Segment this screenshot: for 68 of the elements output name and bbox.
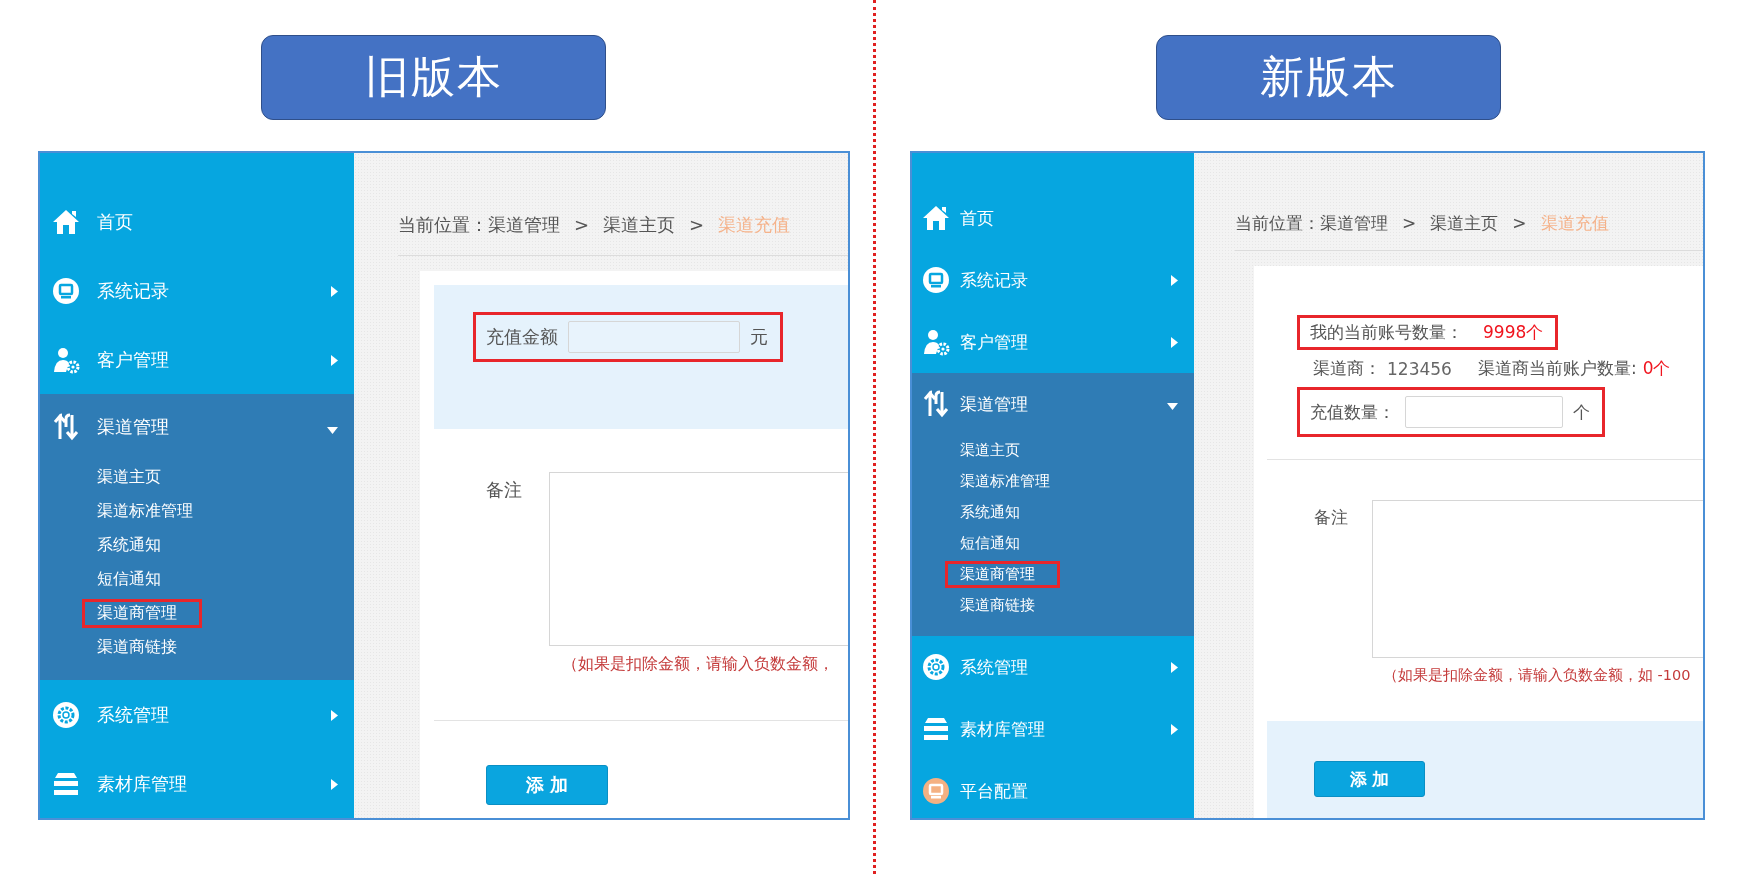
user-gear-icon xyxy=(52,345,80,374)
submenu-item[interactable]: 渠道主页 xyxy=(82,462,186,492)
version-title: 新版本 xyxy=(1156,35,1501,120)
version-title: 旧版本 xyxy=(261,35,606,120)
submenu-item[interactable]: 系统通知 xyxy=(82,530,186,560)
breadcrumb-separator: > xyxy=(574,213,590,237)
field-label: 备注 xyxy=(1314,506,1349,529)
monitor-icon xyxy=(922,777,950,805)
breadcrumb-separator: > xyxy=(689,213,705,237)
breadcrumb-item[interactable]: 渠道主页 xyxy=(1430,211,1499,235)
stat-label: 我的当前账号数量： xyxy=(1310,321,1463,344)
unit-label: 个 xyxy=(1573,400,1590,424)
home-icon xyxy=(922,204,950,232)
hint-text: （如果是扣除金额，请输入负数金额， xyxy=(562,654,835,675)
home-icon xyxy=(52,207,80,236)
submenu-item[interactable]: 短信通知 xyxy=(82,564,186,594)
menu-item[interactable]: 渠道管理 xyxy=(40,394,354,460)
breadcrumb-item[interactable]: 当前位置：渠道管理 xyxy=(398,213,560,237)
stat-value: 0个 xyxy=(1642,357,1671,380)
add-button[interactable]: 添 加 xyxy=(1314,761,1425,797)
monitor-icon xyxy=(52,276,80,305)
menu-item[interactable]: 客户管理 xyxy=(40,325,354,394)
user-gear-icon xyxy=(922,328,950,356)
submenu-item[interactable]: 渠道标准管理 xyxy=(82,496,218,526)
menu-item[interactable]: 系统记录 xyxy=(40,256,354,325)
menu-item[interactable]: 素材库管理 xyxy=(912,698,1194,760)
submenu-item[interactable]: 渠道标准管理 xyxy=(945,468,1075,495)
submenu-item[interactable]: 短信通知 xyxy=(945,530,1045,557)
stat-label: 渠道商当前账户数量: xyxy=(1477,357,1637,380)
menu-item[interactable]: 素材库管理 xyxy=(40,749,354,818)
layers-icon xyxy=(52,770,80,797)
add-button[interactable]: 添 加 xyxy=(486,765,608,805)
breadcrumb-separator: > xyxy=(1402,212,1417,235)
stat-value: 9998个 xyxy=(1483,321,1544,344)
field-label: 备注 xyxy=(486,478,523,502)
field-label: 充值金额 xyxy=(486,325,558,349)
submenu-item[interactable]: 渠道主页 xyxy=(945,437,1045,464)
stat-label: 渠道商： xyxy=(1313,357,1381,380)
remark-field[interactable] xyxy=(1372,500,1703,658)
submenu-item[interactable]: 渠道商管理 xyxy=(945,561,1060,588)
stat-value: 123456 xyxy=(1387,358,1452,379)
breadcrumb-item[interactable]: 渠道主页 xyxy=(603,213,676,237)
menu-item[interactable]: 客户管理 xyxy=(912,311,1194,373)
menu-item[interactable]: 首页 xyxy=(912,187,1194,249)
up-down-arrows-icon xyxy=(52,413,80,441)
input-field[interactable] xyxy=(568,321,740,353)
field-label: 充值数量： xyxy=(1310,400,1395,424)
menu-item[interactable]: 系统记录 xyxy=(912,249,1194,311)
breadcrumb-item[interactable]: 当前位置：渠道管理 xyxy=(1235,211,1388,235)
submenu-item[interactable]: 渠道商管理 xyxy=(82,598,202,628)
menu-item[interactable]: 首页 xyxy=(40,187,354,256)
unit-label: 元 xyxy=(750,325,768,349)
settings-icon xyxy=(922,653,950,681)
breadcrumb-separator: > xyxy=(1512,212,1527,235)
up-down-arrows-icon xyxy=(922,390,950,418)
submenu-item[interactable]: 渠道商链接 xyxy=(945,592,1060,619)
input-field[interactable] xyxy=(1405,396,1563,428)
menu-item[interactable]: 系统管理 xyxy=(912,636,1194,698)
layers-icon xyxy=(922,716,950,742)
submenu-item[interactable]: 渠道商链接 xyxy=(82,632,202,662)
menu-item[interactable]: 系统管理 xyxy=(40,680,354,749)
menu-item[interactable]: 平台配置 xyxy=(912,760,1194,818)
settings-icon xyxy=(52,700,80,729)
menu-item[interactable]: 渠道管理 xyxy=(912,373,1194,435)
submenu-item[interactable]: 系统通知 xyxy=(945,499,1045,526)
monitor-icon xyxy=(922,266,950,294)
remark-field[interactable] xyxy=(549,472,848,646)
hint-text: （如果是扣除金额，请输入负数金额，如 -100 xyxy=(1383,666,1692,685)
